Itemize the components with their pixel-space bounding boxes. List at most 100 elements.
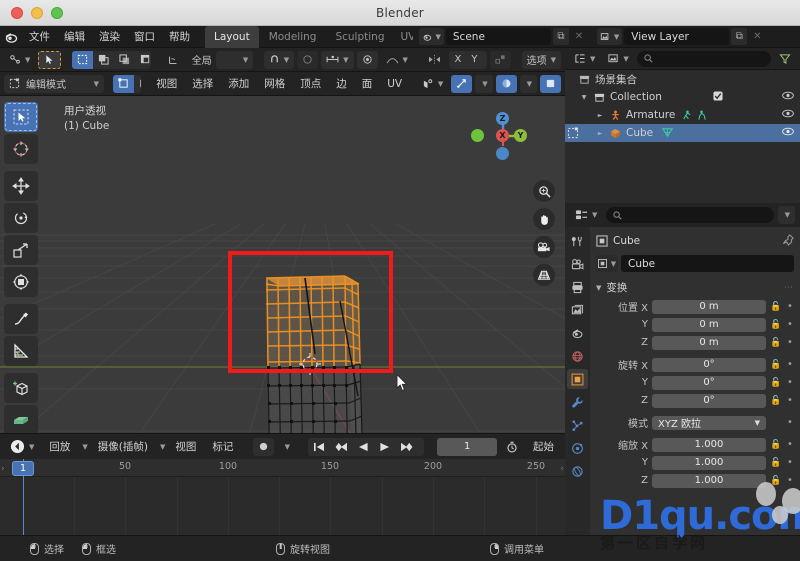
invert-select-icon[interactable] (135, 51, 151, 69)
zoom-icon[interactable] (533, 180, 555, 202)
object-tab[interactable] (567, 369, 588, 389)
transform-panel-title[interactable]: ▼ 变换 ⋯ (596, 279, 794, 296)
panel-collapse-triangle[interactable]: ▼ (596, 284, 601, 292)
gizmo-axis-y[interactable]: Y (514, 129, 527, 142)
subtract-select-icon[interactable] (114, 51, 135, 69)
proportional-edit-icon[interactable] (297, 50, 319, 69)
keying-set-dropdown[interactable]: ▼ (278, 438, 295, 456)
animate-dot-icon[interactable]: • (786, 319, 794, 330)
lock-icon[interactable]: 🔓 (770, 458, 782, 468)
field-value[interactable]: 1.000 (652, 455, 766, 470)
modifier-tab[interactable] (567, 392, 588, 412)
options-dropdown[interactable]: 选项 ▼ (521, 50, 561, 69)
animate-dot-icon[interactable]: • (786, 457, 794, 468)
lock-icon[interactable]: 🔓 (770, 338, 782, 348)
render-tab[interactable] (567, 254, 588, 274)
lock-icon[interactable]: 🔓 (770, 378, 782, 388)
3d-viewport[interactable]: 用户透视 (1) Cube Z Y X (0, 96, 565, 433)
lock-icon[interactable]: 🔓 (770, 320, 782, 330)
animate-dot-icon[interactable]: • (786, 359, 794, 370)
transform-orientation-field[interactable]: ▼ (215, 50, 254, 69)
menu-edge[interactable]: 边 (330, 76, 353, 91)
view-layer-duplicate-icon[interactable]: ⧉ (731, 28, 748, 45)
outliner-filter-mode-icon[interactable]: ▼ (603, 50, 633, 68)
prev-keyframe-icon[interactable] (330, 438, 353, 456)
field-value[interactable]: 0° (652, 357, 766, 372)
properties-search-input[interactable] (606, 207, 774, 223)
extrude-region-tool-icon[interactable] (4, 405, 38, 433)
timeline-body[interactable]: 50 100 150 200 250 1 › ‹ (0, 459, 565, 535)
tab-layout[interactable]: Layout (205, 25, 259, 48)
animate-dot-icon[interactable]: • (786, 337, 794, 348)
lock-icon[interactable]: 🔓 (770, 360, 782, 370)
gizmo-axis-z[interactable]: Z (496, 112, 509, 125)
mode-selector[interactable]: 编辑模式 ▼ (4, 74, 104, 93)
tab-uv-editing[interactable]: UV (395, 26, 413, 48)
shading-icon[interactable] (539, 74, 561, 93)
current-frame-field[interactable]: 1 (437, 437, 498, 456)
vertex-select-icon[interactable] (112, 74, 134, 93)
scene-name-field[interactable]: Scene (445, 28, 551, 45)
new-select-icon[interactable] (71, 50, 93, 69)
animate-dot-icon[interactable]: • (786, 301, 794, 312)
collection-visibility-eye-icon[interactable] (782, 91, 794, 103)
jump-to-end-icon[interactable] (418, 438, 424, 456)
annotate-tool-icon[interactable] (4, 304, 38, 334)
field-value[interactable]: 0° (652, 393, 766, 408)
outliner-row-scene-collection[interactable]: 场景集合 (565, 70, 800, 88)
scene-icon[interactable]: ▼ (418, 28, 444, 45)
view-layer-name-field[interactable]: View Layer (624, 28, 730, 45)
shading-dropdown[interactable]: ▼ (519, 74, 537, 93)
cube-visibility-eye-icon[interactable] (782, 127, 794, 139)
menu-file[interactable]: 文件 (22, 27, 57, 46)
camera-icon[interactable] (533, 236, 555, 258)
timeline-menu-view[interactable]: 视图 (169, 439, 202, 454)
timeline-menu-marker[interactable]: 标记 (206, 439, 239, 454)
outliner-display-icon[interactable]: ▼ (569, 50, 600, 68)
menu-view[interactable]: 视图 (150, 76, 183, 91)
menu-render[interactable]: 渲染 (92, 27, 127, 46)
constraints-tab[interactable] (567, 461, 588, 481)
cursor-tool-icon[interactable] (4, 134, 38, 164)
outliner-row-armature[interactable]: ► Armature (565, 106, 800, 124)
play-reverse-icon[interactable] (353, 438, 374, 456)
mirror-axis-z[interactable]: Z (482, 51, 487, 69)
armature-expand-triangle[interactable]: ► (595, 112, 605, 119)
timeline-scroll-right-icon[interactable]: ‹ (560, 464, 564, 474)
lock-icon[interactable]: 🔓 (770, 476, 782, 486)
outliner-search-input[interactable] (636, 50, 771, 67)
lock-icon[interactable]: 🔓 (770, 302, 782, 312)
playhead-frame-label[interactable]: 1 (11, 461, 35, 476)
lock-icon[interactable]: 🔓 (770, 396, 782, 406)
overlays-dropdown[interactable]: ▼ (475, 74, 493, 93)
edge-select-icon[interactable] (134, 75, 142, 93)
menu-window[interactable]: 窗口 (127, 27, 162, 46)
jump-to-start-icon[interactable] (308, 438, 330, 456)
menu-vertex[interactable]: 顶点 (294, 76, 327, 91)
move-tool-icon[interactable] (4, 171, 38, 201)
outliner-row-collection[interactable]: ▼ Collection (565, 88, 800, 106)
add-cube-tool-icon[interactable] (4, 373, 38, 403)
editor-type-icon[interactable]: ▼ (4, 51, 35, 69)
menu-face[interactable]: 面 (356, 76, 379, 91)
field-value[interactable]: 0 m (652, 335, 766, 350)
cube-expand-triangle[interactable]: ► (595, 130, 605, 137)
view-layer-tab[interactable] (567, 300, 588, 320)
menu-mesh[interactable]: 网格 (258, 76, 291, 91)
animate-dot-icon[interactable]: • (786, 439, 794, 450)
timeline-menu-keying[interactable]: 摄像(插帧) (92, 439, 154, 454)
tab-sculpting[interactable]: Sculpting (326, 26, 393, 48)
animate-dot-icon[interactable]: • (786, 377, 794, 388)
timeline-scroll-left-icon[interactable]: › (1, 464, 5, 474)
navigation-gizmo[interactable]: Z Y X (471, 106, 533, 166)
field-value[interactable]: 1.000 (652, 473, 766, 488)
view-layer-close-icon[interactable]: ✕ (749, 28, 765, 45)
properties-options-dropdown[interactable]: ▼ (777, 206, 795, 224)
play-icon[interactable] (374, 438, 395, 456)
tab-modeling[interactable]: Modeling (260, 26, 326, 48)
scale-tool-icon[interactable] (4, 235, 38, 265)
transform-tool-icon[interactable] (4, 267, 38, 297)
collection-expand-triangle[interactable]: ▼ (579, 94, 589, 101)
pan-hand-icon[interactable] (533, 208, 555, 230)
timeline-editor-icon[interactable]: ▼ (5, 438, 39, 456)
